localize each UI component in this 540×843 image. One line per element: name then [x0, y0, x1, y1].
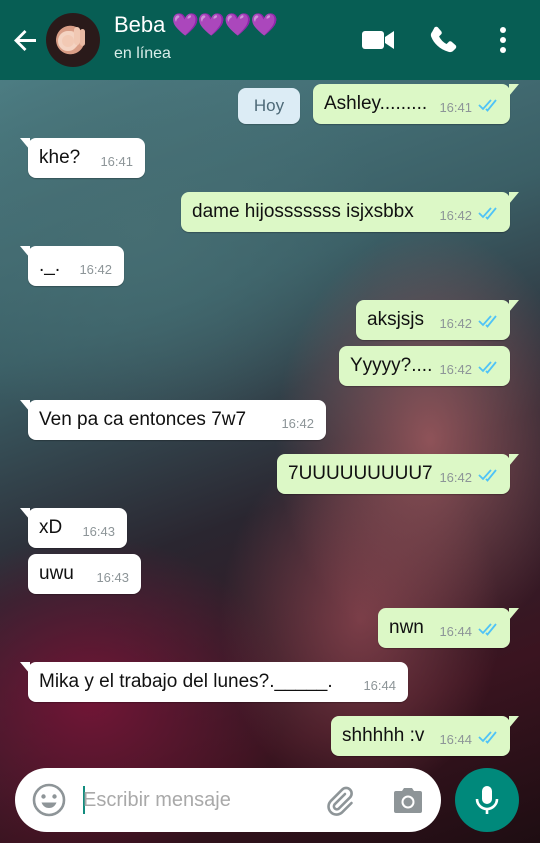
double-check-icon: [478, 469, 497, 482]
message-time: 16:42: [439, 316, 472, 331]
message-text: shhhhh :v: [342, 725, 425, 746]
message-text: Ashley.........: [324, 93, 428, 114]
bubble-tail: [509, 608, 519, 620]
bubble-tail: [509, 84, 519, 96]
microphone-icon: [475, 786, 499, 814]
bubble-tail: [20, 138, 30, 150]
message-incoming[interactable]: khe? 16:41: [20, 138, 145, 178]
bubble-tail: [509, 192, 519, 204]
message-outgoing[interactable]: shhhhh :v 16:44: [331, 716, 519, 756]
message-text: khe?: [39, 147, 81, 168]
message-time: 16:42: [281, 416, 314, 431]
message-time: 16:42: [79, 262, 112, 277]
message-time: 16:41: [439, 100, 472, 115]
date-chip: Hoy: [238, 88, 300, 124]
message-time: 16:43: [96, 570, 129, 585]
message-text: ._.: [39, 255, 61, 276]
phone-icon[interactable]: [425, 22, 461, 58]
message-incoming[interactable]: xD 16:43: [20, 508, 127, 548]
message-text: xD: [39, 517, 63, 538]
back-arrow-icon[interactable]: [10, 24, 42, 56]
message-outgoing[interactable]: 7UUUUUUUUU7 16:42: [277, 454, 519, 494]
message-time: 16:43: [82, 524, 115, 539]
message-input[interactable]: Escribir mensaje: [83, 784, 303, 816]
double-check-icon: [478, 731, 497, 744]
message-incoming[interactable]: ._. 16:42: [20, 246, 124, 286]
avatar[interactable]: [46, 13, 100, 67]
bubble-tail: [20, 508, 30, 520]
message-text: 7UUUUUUUUU7: [288, 463, 433, 484]
message-outgoing[interactable]: nwn 16:44: [378, 608, 519, 648]
message-time: 16:44: [363, 678, 396, 693]
bubble-tail: [509, 454, 519, 466]
message-text: dame hijosssssss isjxsbbx: [192, 201, 414, 222]
more-options-icon[interactable]: [485, 22, 521, 58]
message-text: nwn: [389, 617, 424, 638]
message-outgoing[interactable]: Ashley......... 16:41: [313, 84, 519, 124]
message-text: Yyyyy?....: [350, 355, 433, 376]
double-check-icon: [478, 623, 497, 636]
message-time: 16:42: [439, 470, 472, 485]
double-check-icon: [478, 207, 497, 220]
double-check-icon: [478, 315, 497, 328]
message-text: aksjsjs: [367, 309, 425, 330]
message-time: 16:44: [439, 624, 472, 639]
message-incoming[interactable]: Mika y el trabajo del lunes?._____. 16:4…: [20, 662, 408, 702]
message-outgoing[interactable]: dame hijosssssss isjxsbbx 16:42: [181, 192, 519, 232]
bubble-tail: [20, 246, 30, 258]
message-outgoing[interactable]: Yyyyy?.... 16:42: [339, 346, 510, 386]
message-incoming[interactable]: uwu 16:43: [28, 554, 141, 594]
camera-icon[interactable]: [391, 784, 425, 818]
microphone-button[interactable]: [455, 768, 519, 832]
message-time: 16:44: [439, 732, 472, 747]
contact-name-text: Beba: [114, 12, 166, 37]
attach-clip-icon[interactable]: [323, 784, 357, 818]
message-text: Mika y el trabajo del lunes?._____.: [39, 671, 333, 692]
message-text: Ven pa ca entonces 7w7: [39, 409, 247, 430]
bubble-tail: [20, 662, 30, 674]
contact-name[interactable]: Beba 💜💜💜💜: [114, 12, 279, 38]
chat-header: Beba 💜💜💜💜 en línea: [0, 0, 540, 80]
emoji-icon[interactable]: [31, 782, 67, 818]
double-check-icon: [478, 99, 497, 112]
bubble-tail: [509, 300, 519, 312]
message-time: 16:42: [439, 208, 472, 223]
contact-status: en línea: [114, 45, 171, 62]
double-check-icon: [478, 361, 497, 374]
video-call-icon[interactable]: [360, 22, 396, 58]
message-incoming[interactable]: Ven pa ca entonces 7w7 16:42: [20, 400, 326, 440]
hearts-emoji: 💜💜💜💜: [171, 12, 279, 37]
bubble-tail: [20, 400, 30, 412]
message-time: 16:42: [439, 362, 472, 377]
message-composer: Escribir mensaje: [15, 768, 441, 832]
bubble-tail: [509, 716, 519, 728]
message-text: uwu: [39, 563, 74, 584]
message-time: 16:41: [100, 154, 133, 169]
message-outgoing[interactable]: aksjsjs 16:42: [356, 300, 519, 340]
